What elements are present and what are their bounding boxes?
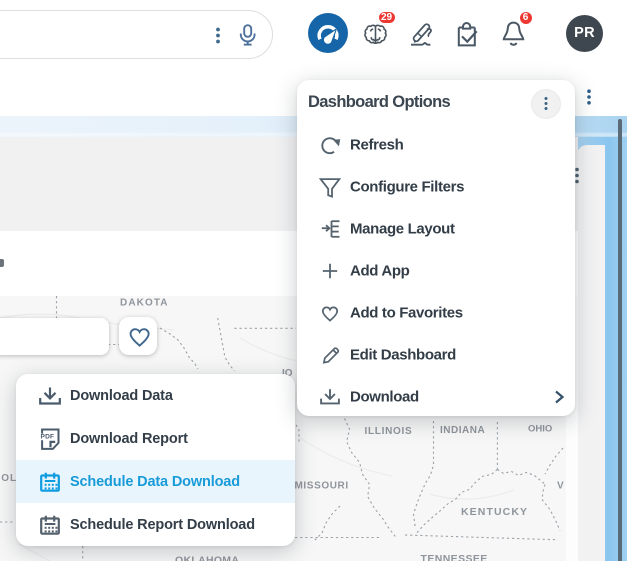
svg-text:OKLAHOMA: OKLAHOMA — [175, 555, 239, 561]
svg-text:ILLINOIS: ILLINOIS — [365, 426, 413, 437]
svg-text:TENNESSEE: TENNESSEE — [421, 553, 488, 561]
svg-text:KENTUCKY: KENTUCKY — [461, 506, 528, 518]
svg-text:COL: COL — [0, 473, 17, 484]
svg-text:MISSOURI: MISSOURI — [295, 481, 349, 492]
svg-text:OHIO: OHIO — [528, 424, 552, 435]
svg-text:INDIANA: INDIANA — [440, 425, 485, 436]
svg-text:V: V — [557, 481, 564, 492]
svg-text:DAKOTA: DAKOTA — [120, 298, 169, 309]
svg-text:PDF: PDF — [41, 433, 55, 440]
